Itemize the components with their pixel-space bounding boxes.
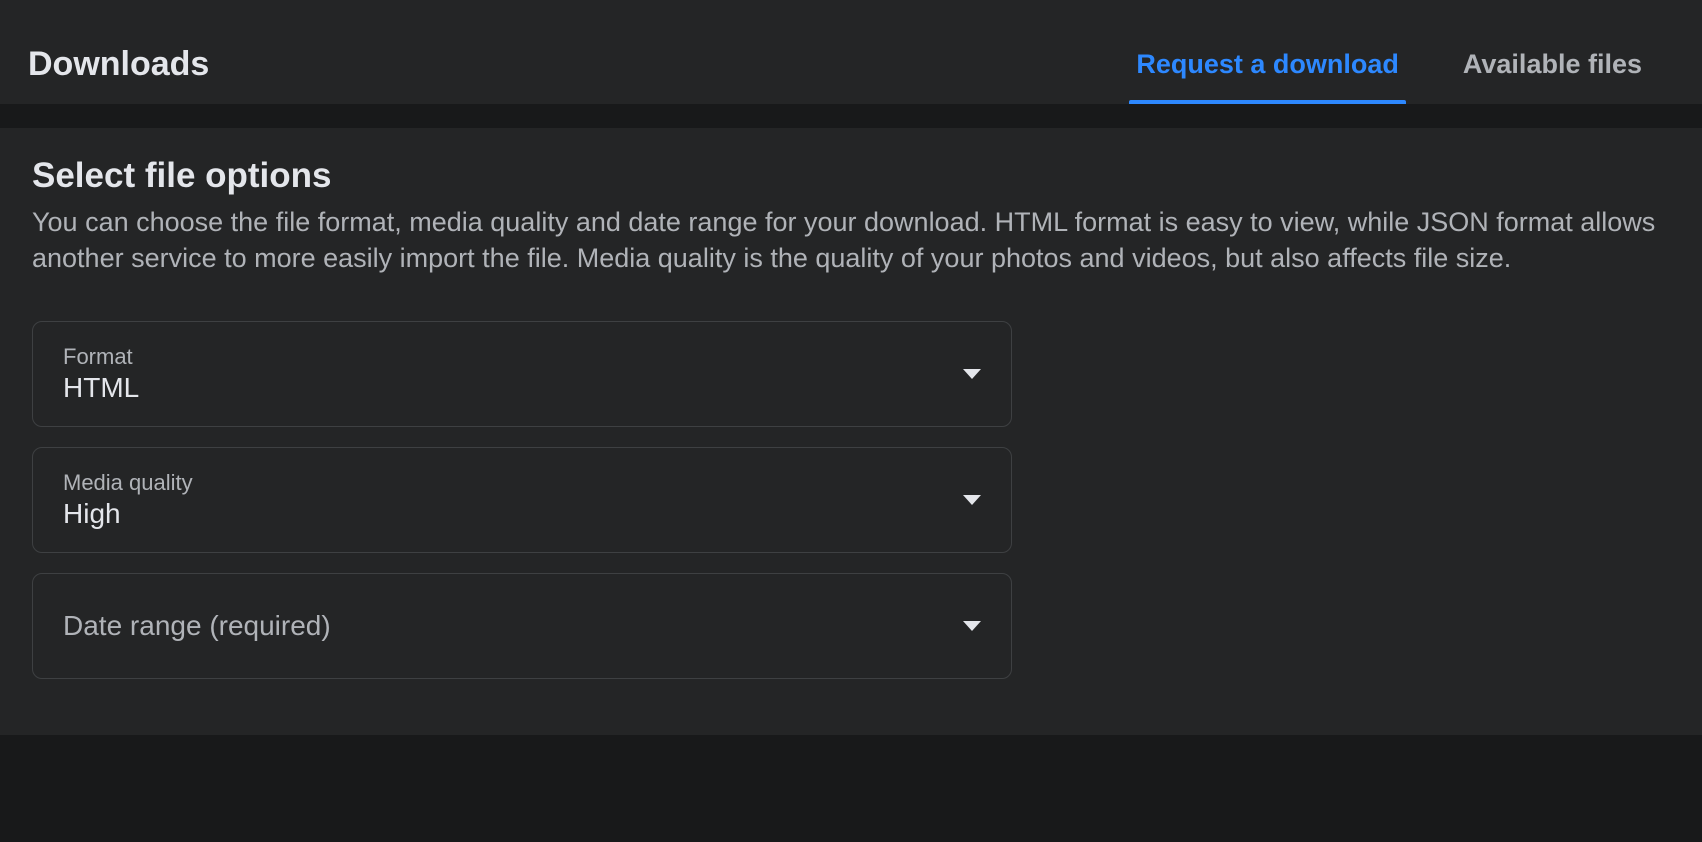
select-label: Media quality xyxy=(63,470,193,496)
media-quality-select[interactable]: Media quality High xyxy=(32,447,1012,553)
format-select[interactable]: Format HTML xyxy=(32,321,1012,427)
tab-request-download[interactable]: Request a download xyxy=(1104,24,1431,104)
select-column: Format HTML Media quality High Date rang… xyxy=(32,321,1012,679)
caret-down-icon xyxy=(963,621,981,631)
select-placeholder: Date range (required) xyxy=(63,610,331,642)
select-value: HTML xyxy=(63,372,139,404)
select-text: Media quality High xyxy=(63,470,193,530)
select-text: Format HTML xyxy=(63,344,139,404)
section-title: Select file options xyxy=(32,156,1670,196)
page-title: Downloads xyxy=(28,45,209,84)
select-text: Date range (required) xyxy=(63,610,331,642)
select-label: Format xyxy=(63,344,139,370)
tab-label: Request a download xyxy=(1136,49,1399,80)
caret-down-icon xyxy=(963,495,981,505)
content-panel: Select file options You can choose the f… xyxy=(0,128,1702,735)
tab-label: Available files xyxy=(1463,49,1642,80)
section-description: You can choose the file format, media qu… xyxy=(32,204,1670,277)
tab-available-files[interactable]: Available files xyxy=(1431,24,1674,104)
date-range-select[interactable]: Date range (required) xyxy=(32,573,1012,679)
caret-down-icon xyxy=(963,369,981,379)
tab-bar: Request a download Available files xyxy=(1104,24,1674,104)
select-value: High xyxy=(63,498,193,530)
page-header: Downloads Request a download Available f… xyxy=(0,0,1702,104)
